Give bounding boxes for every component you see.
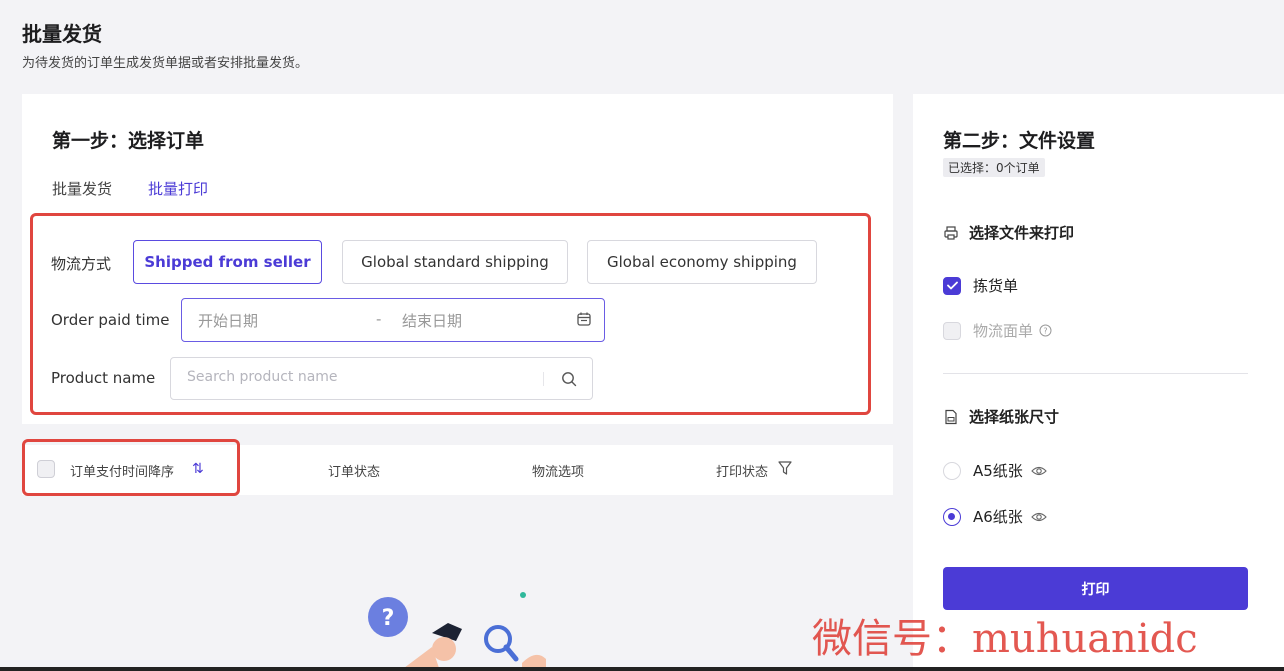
help-icon[interactable]: ?: [1039, 324, 1052, 337]
product-search-input[interactable]: [185, 368, 529, 386]
shipping-option-economy[interactable]: Global economy shipping: [587, 240, 817, 284]
doc-option-shipping-label: 物流面单 ?: [943, 320, 1052, 341]
shipping-option-seller[interactable]: Shipped from seller: [133, 240, 322, 284]
step2-title: 第二步：文件设置: [943, 130, 1096, 152]
sort-icon[interactable]: ⇅: [192, 461, 204, 477]
section-divider: [943, 373, 1248, 374]
shipping-option-standard[interactable]: Global standard shipping: [342, 240, 568, 284]
svg-text:?: ?: [1043, 326, 1047, 335]
tab-bulk-print[interactable]: 批量打印: [148, 178, 208, 199]
date-end-field[interactable]: 结束日期: [402, 310, 462, 331]
search-divider: [543, 372, 544, 386]
svg-text:?: ?: [382, 606, 395, 631]
column-paid-time-desc[interactable]: 订单支付时间降序: [70, 461, 174, 480]
selected-count-badge: 已选择：0个订单: [943, 158, 1045, 177]
page-subtitle: 为待发货的订单生成发货单据或者安排批量发货。: [22, 56, 309, 71]
a6-label: A6纸张: [973, 508, 1023, 526]
date-start-field[interactable]: 开始日期: [198, 310, 258, 331]
picking-list-checkbox[interactable]: [943, 276, 961, 295]
date-range-picker[interactable]: 开始日期 - 结束日期: [181, 298, 605, 342]
eye-icon[interactable]: [1031, 511, 1047, 523]
page-title: 批量发货: [22, 22, 102, 46]
print-doc-section-title: 选择文件来打印: [969, 224, 1075, 242]
document-icon: [945, 409, 957, 424]
step1-title: 第一步：选择订单: [52, 130, 205, 152]
column-order-status: 订单状态: [328, 465, 381, 480]
shipping-label-checkbox: [943, 321, 961, 340]
checkmark-icon: [946, 281, 958, 290]
product-name-label: Product name: [51, 369, 156, 387]
tab-bulk-ship[interactable]: 批量发货: [52, 178, 112, 199]
paper-option-a6[interactable]: A6纸张: [943, 506, 1047, 527]
date-separator: -: [376, 310, 382, 328]
select-all-checkbox[interactable]: [37, 460, 55, 478]
step2-panel: 第二步：文件设置 已选择：0个订单 选择文件来打印 拣货单 物流面单 ? 选择纸…: [913, 94, 1284, 671]
shipping-method-label: 物流方式: [51, 255, 112, 273]
empty-state-illustration: ?: [368, 592, 546, 671]
paper-size-section-title: 选择纸张尺寸: [969, 408, 1060, 426]
a5-radio[interactable]: [943, 461, 961, 480]
picking-list-label: 拣货单: [973, 277, 1019, 295]
shipping-label-label: 物流面单: [973, 322, 1034, 340]
filter-icon[interactable]: [778, 460, 792, 476]
column-shipping-option: 物流选项: [532, 465, 585, 480]
print-doc-section: 选择文件来打印: [943, 222, 1074, 243]
bottom-border: [0, 667, 1284, 671]
a6-radio[interactable]: [943, 507, 961, 526]
product-search-box: [170, 357, 593, 400]
eye-icon[interactable]: [1031, 465, 1047, 477]
a5-label: A5纸张: [973, 462, 1023, 480]
column-print-status: 打印状态: [716, 465, 769, 480]
print-button[interactable]: 打印: [943, 567, 1248, 610]
order-table-header: 订单支付时间降序 ⇅ 订单状态 物流选项 打印状态: [22, 445, 893, 495]
paper-size-section: 选择纸张尺寸: [943, 406, 1059, 427]
order-paid-time-label: Order paid time: [51, 311, 170, 329]
printer-icon: [944, 225, 958, 240]
search-icon[interactable]: [560, 370, 578, 388]
doc-option-picking-list[interactable]: 拣货单: [943, 275, 1018, 296]
calendar-icon[interactable]: [576, 311, 592, 327]
paper-option-a5[interactable]: A5纸张: [943, 460, 1047, 481]
